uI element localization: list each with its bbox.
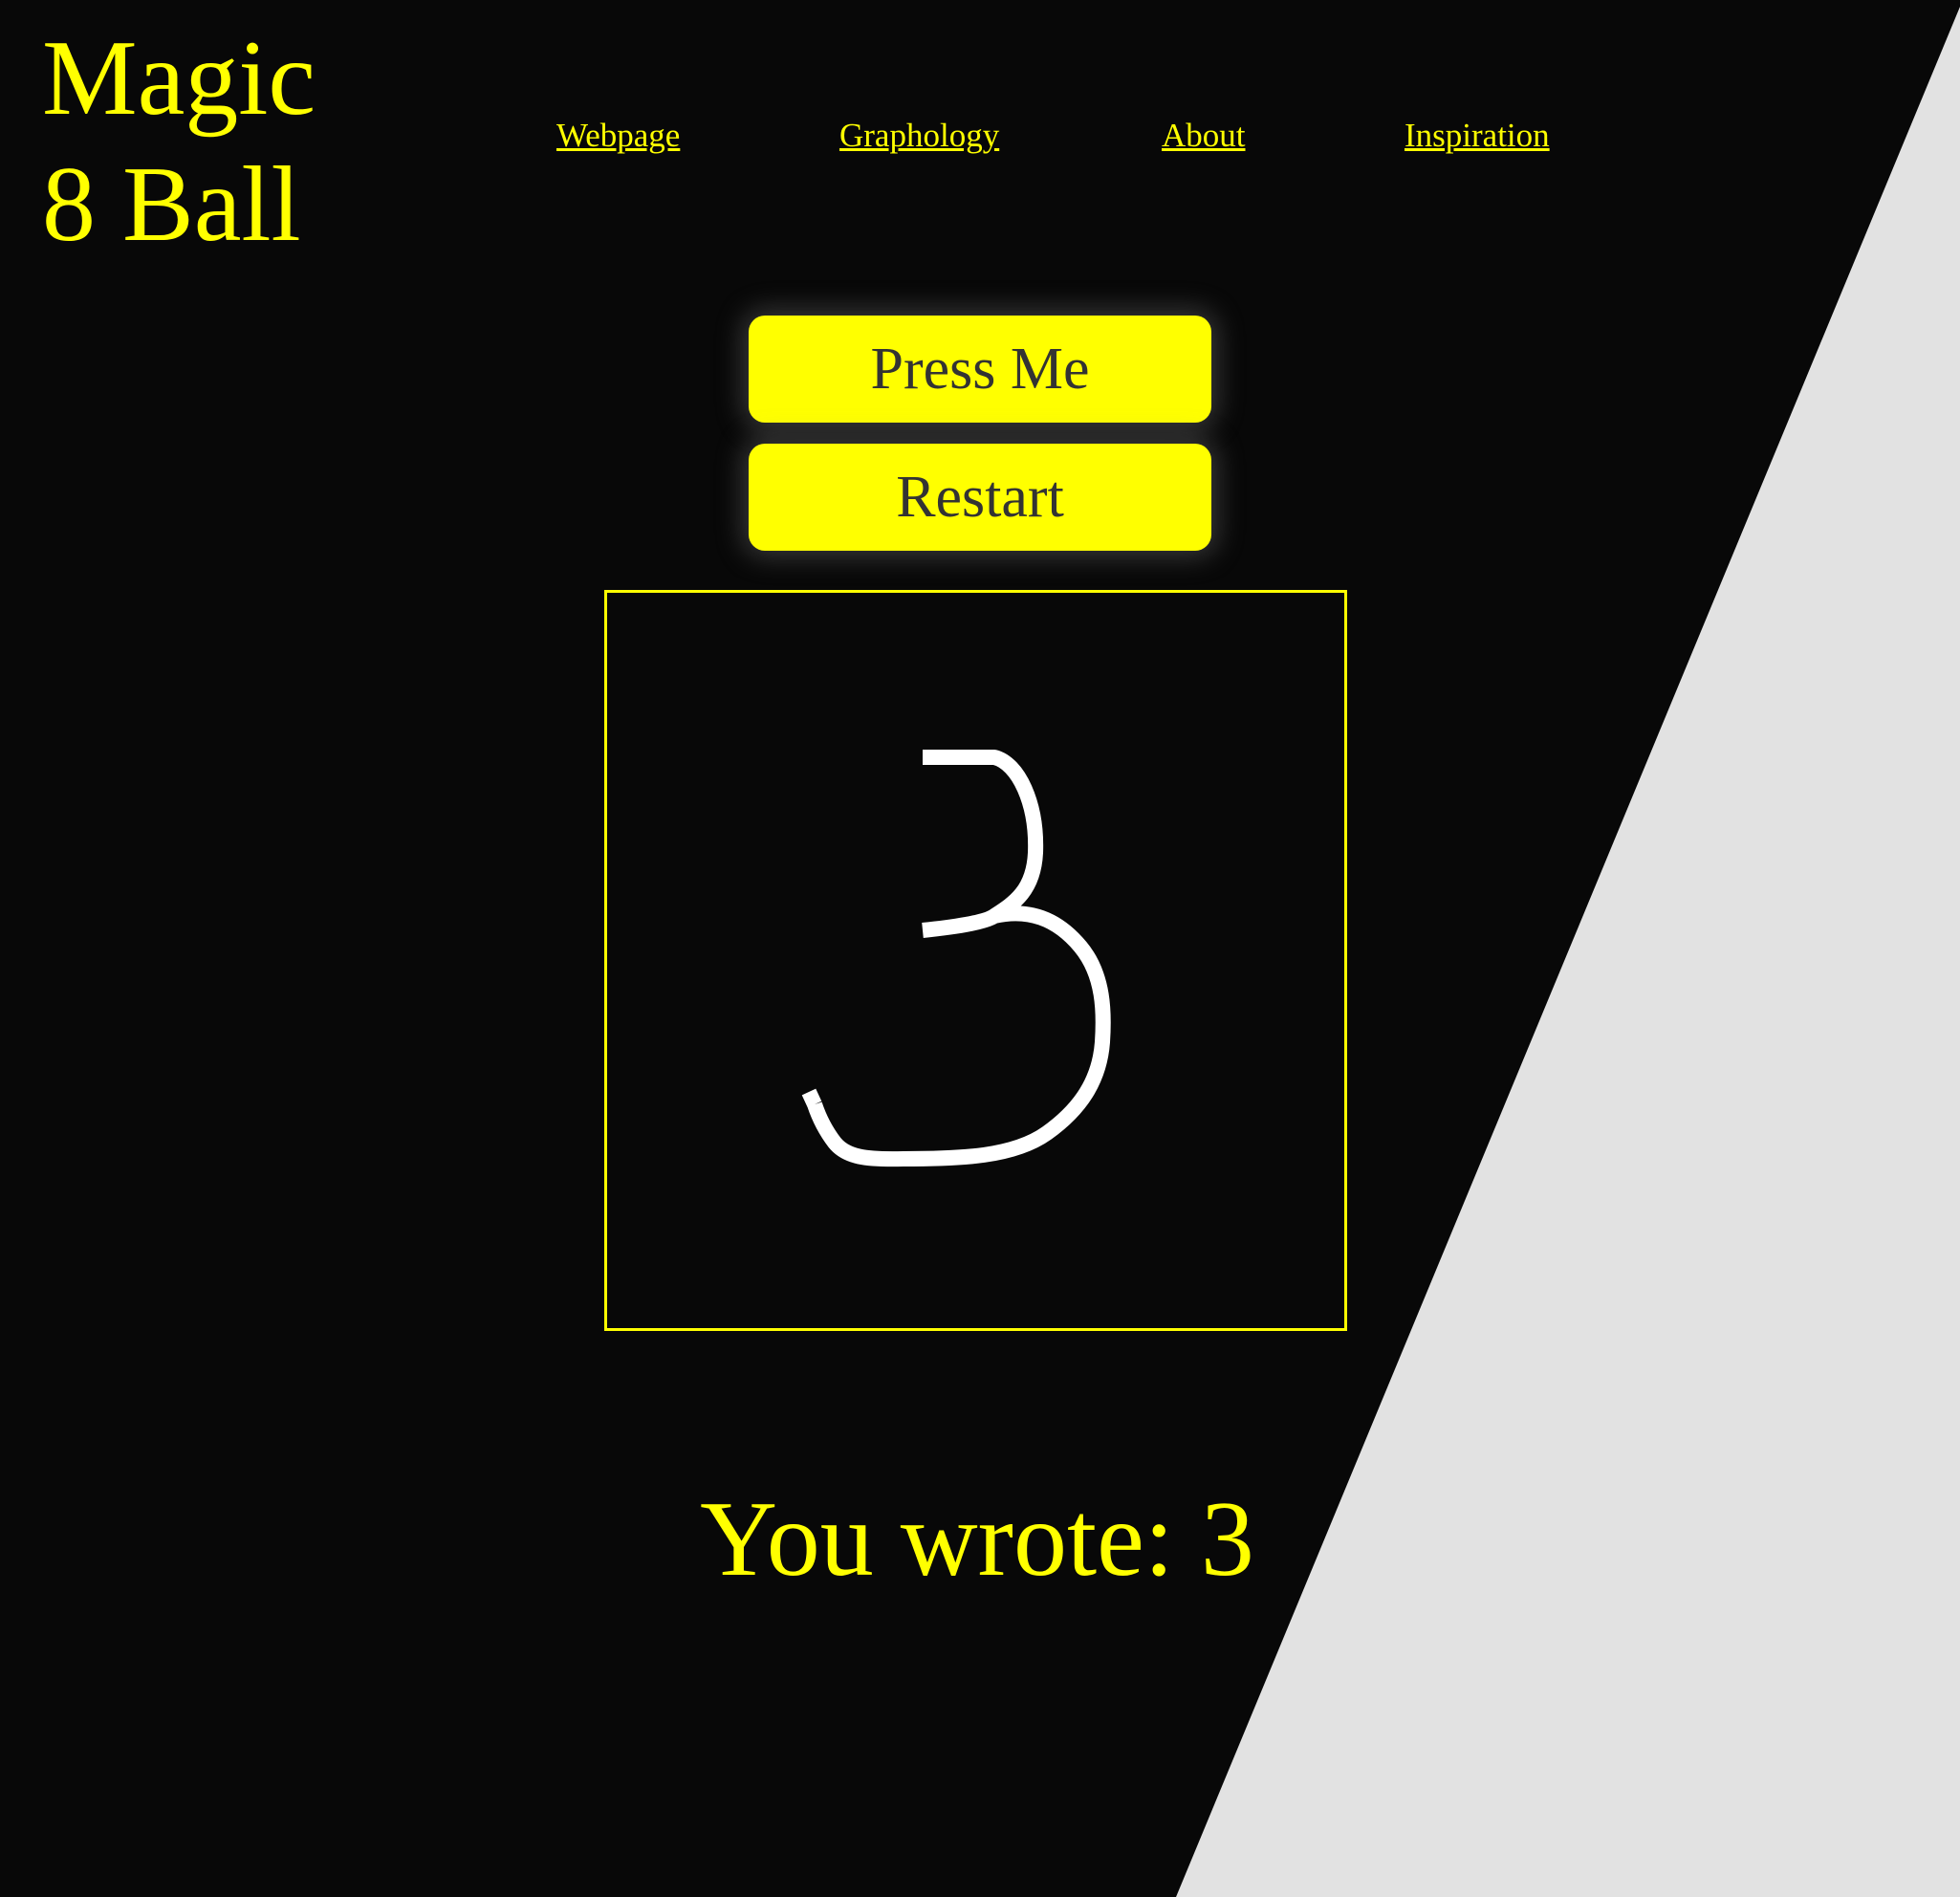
nav-link-graphology[interactable]: Graphology (839, 117, 999, 155)
main-nav: Webpage Graphology About Inspiration (0, 117, 1960, 155)
nav-link-inspiration[interactable]: Inspiration (1405, 117, 1550, 155)
result-value: 3 (1200, 1480, 1254, 1599)
drawing-canvas[interactable] (604, 590, 1347, 1331)
nav-link-webpage[interactable]: Webpage (556, 117, 680, 155)
page: Magic 8 Ball Webpage Graphology About In… (0, 0, 1960, 1897)
handwritten-digit-drawing (801, 750, 1111, 1167)
result-prefix: You wrote: (700, 1480, 1201, 1599)
restart-button[interactable]: Restart (749, 444, 1211, 551)
site-title-line-2: 8 Ball (42, 145, 301, 264)
press-me-button[interactable]: Press Me (749, 316, 1211, 423)
result-text: You wrote: 3 (0, 1477, 1960, 1602)
handwritten-stroke (801, 750, 1111, 1167)
result-line: You wrote: 3 (700, 1477, 1254, 1602)
nav-link-about[interactable]: About (1162, 117, 1246, 155)
